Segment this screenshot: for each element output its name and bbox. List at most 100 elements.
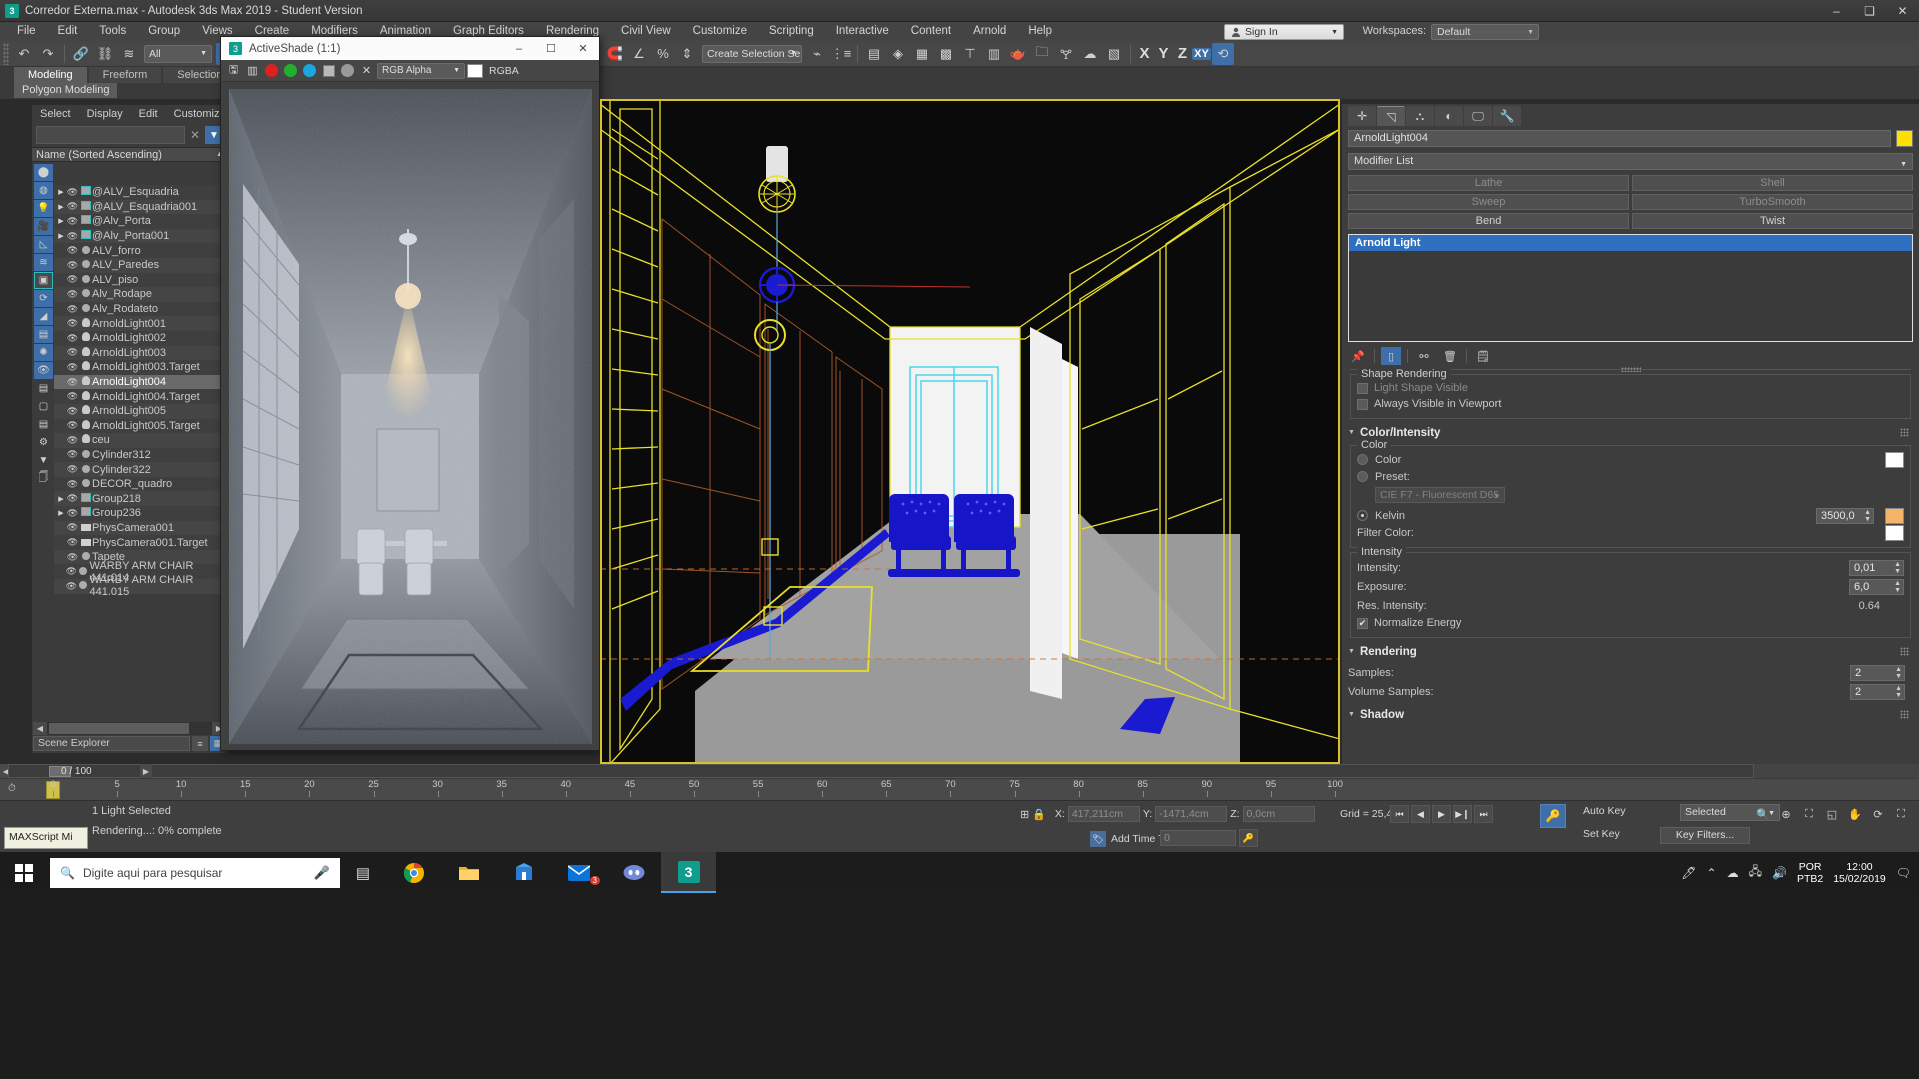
scene-object-row[interactable]: 👁DECOR_quadro — [54, 477, 226, 492]
scrollbar-thumb[interactable] — [49, 723, 189, 734]
tab-modeling[interactable]: Modeling — [14, 67, 87, 83]
taskbar-search-input[interactable]: 🔍 Digite aqui para pesquisar 🎤 — [50, 858, 340, 888]
scene-object-row[interactable]: 👁Cylinder322 — [54, 462, 226, 477]
kelvin-radio[interactable] — [1357, 510, 1368, 521]
menu-scripting[interactable]: Scripting — [758, 22, 825, 41]
intensity-spinner[interactable]: 0,01 ▲▼ — [1849, 560, 1904, 576]
time-config-icon[interactable]: ⏱ — [8, 783, 16, 794]
configure-modifier-sets-icon[interactable]: 🗒 — [1473, 347, 1493, 365]
modifier-lathe-button[interactable]: Lathe — [1348, 175, 1629, 191]
preset-radio-row[interactable]: Preset: — [1357, 468, 1904, 485]
render-iterative-icon[interactable]: ▥ — [983, 43, 1005, 65]
color-intensity-header[interactable]: ▼ Color/Intensity — [1348, 424, 1913, 441]
maximize-button[interactable]: ❑ — [1853, 0, 1886, 22]
auto-key-button[interactable]: Auto Key — [1583, 805, 1626, 817]
expand-arrow-icon[interactable]: ▶ — [56, 509, 66, 517]
menu-tools[interactable]: Tools — [88, 22, 137, 41]
project-folder-icon[interactable]: 🗀 — [1031, 43, 1053, 65]
scene-object-row[interactable]: 👁ArnoldLight005 — [54, 404, 226, 419]
activeshade-titlebar[interactable]: 3 ActiveShade (1:1) – ☐ ✕ — [221, 37, 599, 60]
maxscript-mini-listener[interactable]: MAXScript Mi — [4, 827, 88, 849]
samples-spinner[interactable]: 2 ▲▼ — [1850, 665, 1905, 681]
taskbar-app-3dsmax[interactable]: 3 — [661, 852, 716, 893]
se-menu-select[interactable]: Select — [32, 108, 79, 120]
expand-arrow-icon[interactable]: ▶ — [56, 217, 66, 225]
rendering-header[interactable]: ▼ Rendering — [1348, 643, 1913, 660]
expand-arrow-icon[interactable]: ▶ — [56, 495, 66, 503]
save-image-icon[interactable]: 🖫 — [225, 62, 242, 79]
color-radio-row[interactable]: Color — [1357, 451, 1904, 468]
zoom-icon[interactable]: 🔍 — [1753, 805, 1773, 824]
tray-network-icon[interactable]: 🖧 — [1749, 862, 1762, 883]
scene-object-row[interactable]: 👁PhysCamera001 — [54, 521, 226, 536]
expand-arrow-icon[interactable]: ▶ — [56, 188, 66, 196]
scene-object-row[interactable]: 👁Alv_Rodateto — [54, 302, 226, 317]
column-header-name[interactable]: Name (Sorted Ascending) ▲ — [32, 147, 227, 162]
tab-display[interactable]: 🖵 — [1464, 106, 1492, 126]
spinner-arrows-icon[interactable]: ▲▼ — [1894, 580, 1901, 594]
light-shape-visible-checkbox[interactable]: Light Shape Visible — [1357, 380, 1904, 396]
undo-icon[interactable]: ↶ — [13, 43, 35, 65]
visibility-eye-icon[interactable]: 👁 — [66, 333, 79, 344]
set-keys-button[interactable]: 🔑 — [1540, 804, 1566, 828]
scene-object-row[interactable]: 👁ArnoldLight004 — [54, 375, 226, 390]
visibility-eye-icon[interactable]: 👁 — [66, 522, 79, 533]
visibility-eye-icon[interactable]: 👁 — [66, 231, 79, 242]
scene-object-row[interactable]: 👁PhysCamera001.Target — [54, 535, 226, 550]
key-mode-toggle-icon[interactable]: 🔑 — [1239, 829, 1258, 847]
render-production-icon[interactable]: ⊤ — [959, 43, 981, 65]
taskbar-app-discord[interactable] — [606, 852, 661, 893]
unlink-selection-icon[interactable]: ⛓ — [94, 43, 116, 65]
time-ruler[interactable]: ⏱ 05101520253035404550556065707580859095… — [0, 778, 1919, 800]
slate-material-icon[interactable]: ◈ — [887, 43, 909, 65]
menu-arnold[interactable]: Arnold — [962, 22, 1017, 41]
named-selection-set[interactable]: Create Selection Se ▼ — [702, 45, 802, 63]
visibility-eye-icon[interactable]: 👁 — [66, 508, 79, 519]
explorer-name-field[interactable]: Scene Explorer — [33, 736, 190, 751]
scene-object-row[interactable]: ▶👁Group218 — [54, 491, 226, 506]
always-visible-checkbox[interactable]: Always Visible in Viewport — [1357, 396, 1904, 412]
scene-object-row[interactable]: ▶👁@Alv_Porta — [54, 214, 226, 229]
modifier-shell-button[interactable]: Shell — [1632, 175, 1913, 191]
curve-editor-icon[interactable]: ⌁ — [806, 43, 828, 65]
task-view-button[interactable]: ▤ — [340, 852, 386, 893]
visibility-eye-icon[interactable]: 👁 — [66, 216, 79, 227]
expand-arrow-icon[interactable]: ▶ — [56, 203, 66, 211]
modifier-twist-button[interactable]: Twist — [1632, 213, 1913, 229]
scene-object-row[interactable]: 👁ArnoldLight003.Target — [54, 360, 226, 375]
menu-group[interactable]: Group — [137, 22, 191, 41]
color-radio[interactable] — [1357, 454, 1368, 465]
scene-object-row[interactable]: 👁ALV_Paredes — [54, 258, 226, 273]
visibility-eye-icon[interactable]: 👁 — [66, 245, 79, 256]
y-field[interactable]: -1471,4cm — [1155, 806, 1227, 822]
modifier-bend-button[interactable]: Bend — [1348, 213, 1629, 229]
tab-freeform[interactable]: Freeform — [89, 67, 162, 83]
minimize-button[interactable]: – — [1820, 0, 1853, 22]
render-setup-icon[interactable]: ▦ — [911, 43, 933, 65]
delete-modifier-icon[interactable]: 🗑 — [1440, 347, 1460, 365]
visibility-eye-icon[interactable]: 👁 — [66, 377, 79, 388]
tray-chevron-up-icon[interactable]: ⌃ — [1707, 866, 1717, 880]
orbit-icon[interactable]: ⟳ — [1868, 805, 1888, 824]
pan-view-icon[interactable]: ✋ — [1845, 805, 1865, 824]
kelvin-color-swatch[interactable] — [1885, 508, 1904, 524]
pin-stack-icon[interactable]: 📌 — [1348, 347, 1368, 365]
scene-object-row[interactable]: ▶👁@Alv_Porta001 — [54, 229, 226, 244]
modifier-stack-item-arnold-light[interactable]: Arnold Light — [1349, 235, 1912, 251]
modifier-sweep-button[interactable]: Sweep — [1348, 194, 1629, 210]
scene-object-row[interactable]: 👁ArnoldLight004.Target — [54, 389, 226, 404]
set-key-button[interactable]: Set Key — [1583, 828, 1620, 840]
timeline-track[interactable]: 0 / 100 — [8, 764, 1754, 778]
scene-object-row[interactable]: 👁ArnoldLight001 — [54, 316, 226, 331]
previous-frame-icon[interactable]: ◀ — [1411, 805, 1430, 823]
show-end-result-icon[interactable]: ▯ — [1381, 347, 1401, 365]
channel-select[interactable]: RGB Alpha ▼ — [377, 63, 465, 79]
clear-icon[interactable]: ✕ — [188, 128, 202, 142]
visibility-eye-icon[interactable]: 👁 — [66, 449, 79, 460]
visibility-eye-icon[interactable]: 👁 — [66, 274, 79, 285]
blue-channel-icon[interactable] — [301, 62, 318, 79]
scene-object-row[interactable]: 👁ArnoldLight002 — [54, 331, 226, 346]
modifier-list-select[interactable]: Modifier List ▼ — [1348, 153, 1913, 170]
color-swatch[interactable] — [1885, 452, 1904, 468]
menu-help[interactable]: Help — [1017, 22, 1063, 41]
